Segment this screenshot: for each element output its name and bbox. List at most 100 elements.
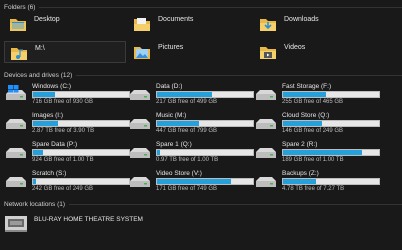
folder-label: M:\: [35, 45, 45, 52]
drive-usage-fill: [157, 92, 212, 97]
hard-drive-icon: [256, 119, 276, 129]
drive-tile[interactable]: Cloud Store (Q:) 146 GB free of 249 GB: [254, 112, 382, 136]
drive-tile[interactable]: Scratch (S:) 242 GB free of 249 GB: [4, 170, 132, 194]
network-divider: [69, 203, 402, 205]
drive-usage-fill: [157, 150, 160, 155]
folder-documents[interactable]: Documents: [128, 13, 250, 35]
drive-label: Cloud Store (Q:): [282, 112, 330, 119]
network-group-header[interactable]: Network locations (1): [4, 199, 402, 209]
folder-videos[interactable]: Videos: [254, 41, 376, 63]
network-location-label: BLU-RAY HOME THEATRE SYSTEM: [34, 216, 143, 223]
network-group-label: Network locations (1): [4, 200, 66, 208]
drive-usage-bar: [282, 178, 380, 185]
hard-drive-icon: [6, 177, 26, 187]
drive-usage-fill: [283, 150, 362, 155]
devices-group-label: Devices and drives (12): [4, 71, 73, 79]
drive-free-space: 217 GB free of 499 GB: [156, 99, 218, 105]
windows-drive-icon: [6, 85, 26, 100]
drive-free-space: 242 GB free of 249 GB: [32, 186, 94, 192]
network-location-bluray[interactable]: BLU-RAY HOME THEATRE SYSTEM: [4, 210, 204, 236]
drive-tile[interactable]: Music (M:) 447 GB free of 799 GB: [128, 112, 256, 136]
drive-usage-fill: [33, 92, 56, 97]
drive-tile[interactable]: Backups (Z:) 4.78 TB free of 7.27 TB: [254, 170, 382, 194]
drive-usage-bar: [156, 178, 254, 185]
drive-label: Video Store (V:): [156, 170, 202, 177]
folder-label: Pictures: [158, 44, 184, 51]
drive-label: Fast Storage (F:): [282, 83, 332, 90]
drive-label: Spare 2 (R:): [282, 141, 318, 148]
devices-group-header[interactable]: Devices and drives (12): [4, 70, 402, 80]
drive-free-space: 146 GB free of 249 GB: [282, 128, 344, 134]
drive-usage-bar: [156, 91, 254, 98]
folders-group-header[interactable]: Folders (6): [4, 2, 402, 12]
drive-label: Windows (C:): [32, 83, 72, 90]
folders-divider: [39, 6, 402, 8]
drive-usage-bar: [32, 120, 130, 127]
desktop-folder-icon: [10, 19, 26, 31]
drive-usage-bar: [282, 149, 380, 156]
hard-drive-icon: [130, 148, 150, 158]
folders-group-label: Folders (6): [4, 3, 36, 11]
drive-usage-fill: [157, 121, 200, 126]
drive-tile[interactable]: Spare 2 (R:) 189 GB free of 1.00 TB: [254, 141, 382, 165]
drive-usage-bar: [156, 120, 254, 127]
drive-usage-bar: [32, 178, 130, 185]
drive-free-space: 171 GB free of 749 GB: [156, 186, 218, 192]
drive-tile[interactable]: Spare Data (P:) 924 GB free of 1.00 TB: [4, 141, 132, 165]
drive-label: Spare 1 (Q:): [156, 141, 192, 148]
drive-usage-fill: [283, 92, 327, 97]
drive-usage-fill: [157, 179, 231, 184]
drive-usage-bar: [282, 91, 380, 98]
drive-usage-fill: [283, 179, 316, 184]
hard-drive-icon: [6, 119, 26, 129]
hard-drive-icon: [256, 148, 276, 158]
drive-usage-fill: [33, 121, 58, 126]
drive-label: Images (I:): [32, 112, 64, 119]
drive-usage-fill: [33, 150, 43, 155]
hard-drive-icon: [6, 148, 26, 158]
drive-tile[interactable]: Fast Storage (F:) 255 GB free of 465 GB: [254, 83, 382, 107]
drive-tile[interactable]: Video Store (V:) 171 GB free of 749 GB: [128, 170, 256, 194]
drive-tile[interactable]: Images (I:) 2.87 TB free of 3.90 TB: [4, 112, 132, 136]
folder-label: Downloads: [284, 16, 319, 23]
drive-tile[interactable]: Data (D:) 217 GB free of 499 GB: [128, 83, 256, 107]
hard-drive-icon: [256, 90, 276, 100]
drive-free-space: 716 GB free of 930 GB: [32, 99, 94, 105]
drive-free-space: 189 GB free of 1.00 TB: [282, 157, 344, 163]
downloads-folder-icon: [260, 19, 276, 31]
drive-label: Backups (Z:): [282, 170, 319, 177]
folder-label: Documents: [158, 16, 194, 23]
drive-tile[interactable]: Spare 1 (Q:) 0.97 TB free of 1.00 TB: [128, 141, 256, 165]
hard-drive-icon: [130, 177, 150, 187]
hard-drive-icon: [130, 119, 150, 129]
music-folder-icon: [11, 48, 27, 60]
drive-tile[interactable]: Windows (C:) 716 GB free of 930 GB: [4, 83, 132, 107]
devices-divider: [76, 74, 402, 76]
drive-free-space: 924 GB free of 1.00 TB: [32, 157, 94, 163]
drive-free-space: 0.97 TB free of 1.00 TB: [156, 157, 219, 163]
drive-usage-bar: [156, 149, 254, 156]
hard-drive-icon: [256, 177, 276, 187]
drive-free-space: 447 GB free of 799 GB: [156, 128, 218, 134]
drive-label: Spare Data (P:): [32, 141, 78, 148]
folder-pictures[interactable]: Pictures: [128, 41, 250, 63]
drive-label: Data (D:): [156, 83, 183, 90]
drive-usage-bar: [32, 91, 130, 98]
folder-downloads[interactable]: Downloads: [254, 13, 376, 35]
drive-label: Music (M:): [156, 112, 187, 119]
drive-label: Scratch (S:): [32, 170, 67, 177]
hard-drive-icon: [130, 90, 150, 100]
folder-m-drive[interactable]: M:\: [4, 41, 126, 63]
drive-usage-fill: [33, 179, 36, 184]
drive-usage-fill: [283, 121, 323, 126]
drive-free-space: 4.78 TB free of 7.27 TB: [282, 186, 345, 192]
folder-label: Desktop: [34, 16, 60, 23]
drive-usage-bar: [32, 149, 130, 156]
folder-desktop[interactable]: Desktop: [4, 13, 126, 35]
pictures-folder-icon: [134, 47, 150, 59]
drive-free-space: 255 GB free of 465 GB: [282, 99, 344, 105]
videos-folder-icon: [260, 47, 276, 59]
drive-usage-bar: [282, 120, 380, 127]
folder-label: Videos: [284, 44, 306, 51]
documents-folder-icon: [134, 18, 150, 31]
